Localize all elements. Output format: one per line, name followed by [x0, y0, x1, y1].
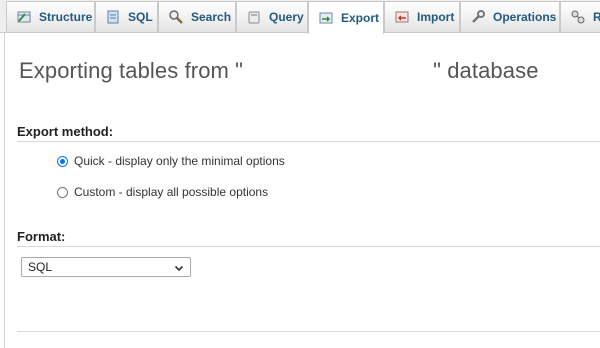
routines-icon [570, 9, 586, 25]
tab-label: Structure [39, 10, 93, 24]
structure-icon [16, 9, 32, 25]
custom-option-label: Custom - display all possible options [74, 185, 269, 199]
tab-structure[interactable]: Structure [6, 1, 95, 32]
tab-label: SQL [128, 10, 153, 24]
tab-routines[interactable]: R [560, 1, 600, 32]
tab-sql[interactable]: SQL [95, 1, 158, 32]
chevron-down-icon [174, 262, 184, 272]
page-title-prefix: Exporting tables from " [19, 58, 244, 83]
page-title-suffix: " database [433, 58, 539, 83]
tab-label: Search [191, 10, 232, 24]
import-icon [394, 9, 410, 25]
search-icon [168, 9, 184, 25]
tab-label: R [593, 10, 600, 24]
format-select[interactable]: SQL [21, 257, 191, 277]
format-selected-value: SQL [28, 260, 53, 274]
tab-label: Import [417, 10, 455, 24]
sql-icon [105, 9, 121, 25]
custom-export-option[interactable]: Custom - display all possible options [57, 185, 268, 199]
tab-label: Query [269, 10, 304, 24]
tab-query[interactable]: Query [236, 1, 308, 32]
quick-option-label: Quick - display only the minimal options [74, 154, 285, 168]
section-divider [17, 246, 600, 247]
export-method-heading: Export method: [17, 124, 114, 139]
page-title: Exporting tables from " " database [19, 58, 539, 84]
export-icon [318, 10, 334, 26]
redacted-database-name [243, 62, 434, 83]
custom-radio[interactable] [57, 186, 68, 198]
section-divider [17, 331, 600, 332]
tab-label: Operations [493, 10, 557, 24]
quick-export-option[interactable]: Quick - display only the minimal options [57, 154, 285, 168]
quick-radio[interactable] [57, 155, 68, 167]
section-divider [17, 141, 600, 142]
tab-bar: Structure SQL Search Query Export Import [0, 0, 600, 34]
tab-import[interactable]: Import [384, 1, 460, 32]
tab-label: Export [341, 11, 380, 25]
query-icon [246, 9, 262, 25]
tab-operations[interactable]: Operations [460, 1, 560, 32]
left-border [4, 33, 5, 348]
tab-export[interactable]: Export [308, 1, 384, 34]
format-heading: Format: [17, 229, 66, 244]
tab-search[interactable]: Search [158, 1, 236, 32]
operations-icon [470, 9, 486, 25]
